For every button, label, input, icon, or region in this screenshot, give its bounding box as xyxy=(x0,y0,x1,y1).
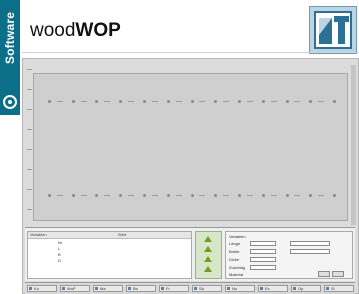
param-label: Breite xyxy=(229,249,240,254)
title-bold: WOP xyxy=(75,20,121,41)
taskbar-item[interactable]: Ma xyxy=(93,285,123,292)
macro-icon-panel xyxy=(195,231,222,279)
cancel-button[interactable] xyxy=(332,271,344,277)
param-field[interactable] xyxy=(250,249,276,254)
param-label: Länge xyxy=(229,241,241,246)
taskbar: Ko WoP Ma Bo Fr Sä Nu Ex Op Si xyxy=(25,282,355,294)
param-label: Dicke xyxy=(229,257,240,262)
homag-logo-icon xyxy=(309,6,357,54)
macro-arrow-icon[interactable] xyxy=(204,236,212,242)
list-header: Variablen Wert xyxy=(28,232,191,239)
macro-arrow-icon[interactable] xyxy=(204,246,212,252)
vertical-scrollbar[interactable] xyxy=(351,65,356,225)
taskbar-item[interactable]: Nu xyxy=(225,285,255,292)
woodwop-window: Variablen Wert Nr L B D Variablen Länge … xyxy=(22,58,359,294)
taskbar-item[interactable]: Si xyxy=(324,285,354,292)
header-rule xyxy=(22,52,359,53)
software-label: Software xyxy=(3,11,17,65)
list-item[interactable]: D xyxy=(28,257,191,263)
param-label: Zuschlag xyxy=(229,265,246,270)
drill-row-top xyxy=(42,100,339,106)
macro-arrow-icon[interactable] xyxy=(204,266,212,272)
taskbar-item[interactable]: Bo xyxy=(126,285,156,292)
list-col-value: Wert xyxy=(118,232,127,237)
product-title: woodWOP xyxy=(30,20,121,42)
taskbar-item[interactable]: Ko xyxy=(27,285,57,292)
param-field[interactable] xyxy=(290,241,330,246)
taskbar-item[interactable]: Fr xyxy=(159,285,189,292)
parameter-panel: Variablen Länge Breite Dicke Zuschlag Ma… xyxy=(225,231,353,279)
title-prefix: wood xyxy=(30,20,76,41)
param-field[interactable] xyxy=(250,241,276,246)
bottom-panel: Variablen Wert Nr L B D Variablen Länge … xyxy=(25,227,355,281)
software-circle-icon xyxy=(3,95,17,109)
drill-row-bottom xyxy=(42,194,339,200)
variables-list[interactable]: Variablen Wert Nr L B D xyxy=(27,231,192,279)
workpiece-canvas[interactable] xyxy=(33,73,348,221)
param-field[interactable] xyxy=(250,265,276,270)
list-col-name: Variablen xyxy=(30,232,47,237)
software-tab: Software xyxy=(0,0,20,115)
ok-button[interactable] xyxy=(318,271,330,277)
taskbar-item[interactable]: WoP xyxy=(60,285,90,292)
taskbar-item[interactable]: Sä xyxy=(192,285,222,292)
taskbar-item[interactable]: Op xyxy=(291,285,321,292)
param-field[interactable] xyxy=(250,257,276,262)
macro-arrow-icon[interactable] xyxy=(204,256,212,262)
param-label: Material xyxy=(229,272,244,277)
taskbar-item[interactable]: Ex xyxy=(258,285,288,292)
param-label: Variablen xyxy=(229,234,246,239)
param-field[interactable] xyxy=(290,249,330,254)
